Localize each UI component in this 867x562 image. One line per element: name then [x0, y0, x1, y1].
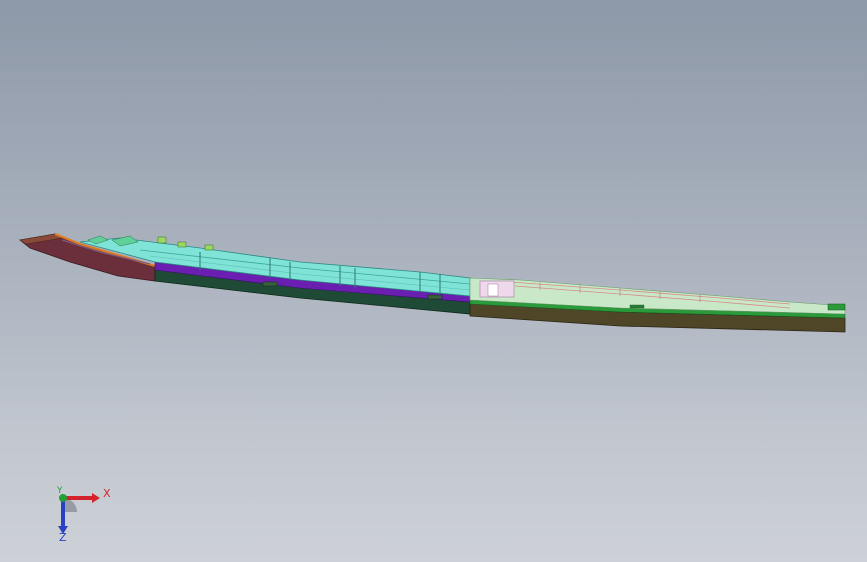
y-axis-label: Y	[57, 486, 63, 496]
coordinate-triad: X Y Z	[40, 482, 120, 552]
3d-viewport[interactable]	[0, 0, 867, 562]
model-part-tail-section[interactable]	[469, 277, 846, 333]
x-axis-label: X	[103, 487, 111, 500]
z-axis-label: Z	[59, 531, 67, 544]
